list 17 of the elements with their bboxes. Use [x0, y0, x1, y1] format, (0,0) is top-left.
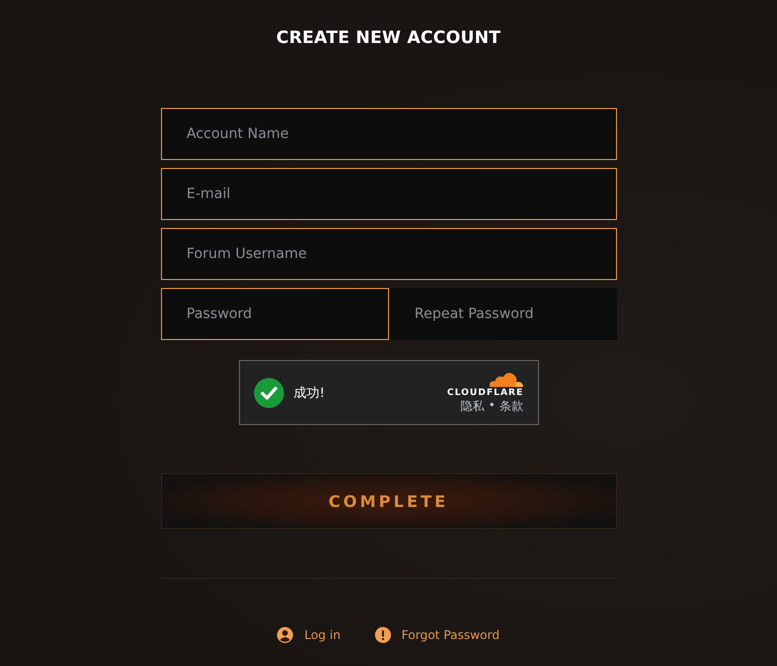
- password-field[interactable]: Password: [160, 288, 388, 340]
- user-icon: [277, 627, 294, 643]
- footer-link[interactable]: Log in: [277, 627, 341, 643]
- password-field[interactable]: Repeat Password: [388, 288, 616, 340]
- text-field[interactable]: Forum Username: [160, 228, 616, 280]
- footer-link[interactable]: Forgot Password: [374, 627, 500, 643]
- page-title: CREATE NEW ACCOUNT: [276, 28, 501, 50]
- separator: •: [488, 398, 496, 414]
- captcha-status: 成功!: [294, 384, 326, 402]
- text-field[interactable]: E-mail: [160, 168, 616, 220]
- alert-icon: [374, 627, 391, 643]
- text-field[interactable]: Account Name: [160, 108, 616, 160]
- brand-name: CLOUDFLARE: [447, 388, 524, 398]
- check-icon: [254, 378, 284, 408]
- complete-button[interactable]: COMPLETE: [160, 473, 616, 529]
- privacy-link[interactable]: 隐私: [460, 398, 484, 415]
- terms-link[interactable]: 条款: [500, 398, 524, 415]
